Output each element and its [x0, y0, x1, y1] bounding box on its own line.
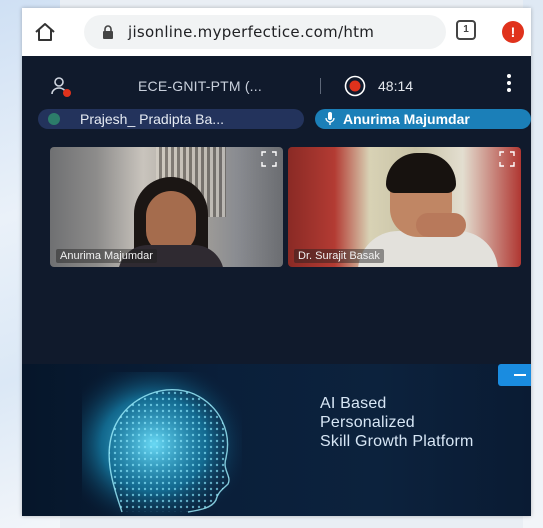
video-tile-name: Anurima Majumdar: [56, 249, 157, 263]
participant-chip-label: Anurima Majumdar: [343, 111, 470, 127]
lock-icon: [103, 25, 113, 39]
participant-chip[interactable]: Prajesh_ Pradipta Ba...: [38, 109, 304, 129]
banner-line: AI Based: [320, 395, 387, 412]
participant-video: [386, 153, 456, 193]
people-icon[interactable]: [50, 76, 72, 98]
header-divider: [320, 78, 321, 94]
participant-face: [146, 191, 196, 253]
speaking-participant-chip[interactable]: Anurima Majumdar: [315, 109, 531, 129]
home-icon[interactable]: [34, 22, 56, 42]
expand-icon[interactable]: [261, 151, 277, 167]
mic-icon: [325, 112, 335, 125]
phone-screen: jisonline.myperfectice.com/htm 1 ! ECE-G…: [22, 8, 531, 516]
address-bar[interactable]: jisonline.myperfectice.com/htm: [84, 15, 446, 49]
meeting-stage: [22, 274, 531, 364]
video-tile-name: Dr. Surajit Basak: [294, 249, 384, 263]
video-tile[interactable]: Dr. Surajit Basak: [288, 147, 521, 267]
meeting-title: ECE-GNIT-PTM (...: [138, 78, 262, 94]
meeting-timer: 48:14: [378, 78, 414, 94]
alert-icon[interactable]: !: [502, 21, 524, 43]
participant-hand: [416, 213, 466, 237]
promo-banner: AI Based Personalized Skill Growth Platf…: [22, 364, 531, 516]
tabs-icon[interactable]: 1: [456, 20, 476, 40]
video-tile[interactable]: Anurima Majumdar: [50, 147, 283, 267]
url-text: jisonline.myperfectice.com/htm: [128, 23, 375, 41]
banner-minimize-button[interactable]: [498, 364, 531, 386]
browser-bar: jisonline.myperfectice.com/htm 1 !: [22, 8, 531, 56]
participant-status-dot: [48, 113, 60, 125]
banner-text: AI Based Personalized Skill Growth Platf…: [320, 394, 474, 451]
expand-icon[interactable]: [499, 151, 515, 167]
banner-line: Skill Growth Platform: [320, 433, 474, 450]
participant-chip-label: Prajesh_ Pradipta Ba...: [80, 111, 224, 127]
more-menu-icon[interactable]: [506, 74, 512, 96]
ai-head-graphic: [82, 372, 242, 516]
banner-line: Personalized: [320, 414, 415, 431]
meeting-header: ECE-GNIT-PTM (... 48:14: [22, 56, 531, 104]
record-icon[interactable]: [344, 75, 366, 97]
